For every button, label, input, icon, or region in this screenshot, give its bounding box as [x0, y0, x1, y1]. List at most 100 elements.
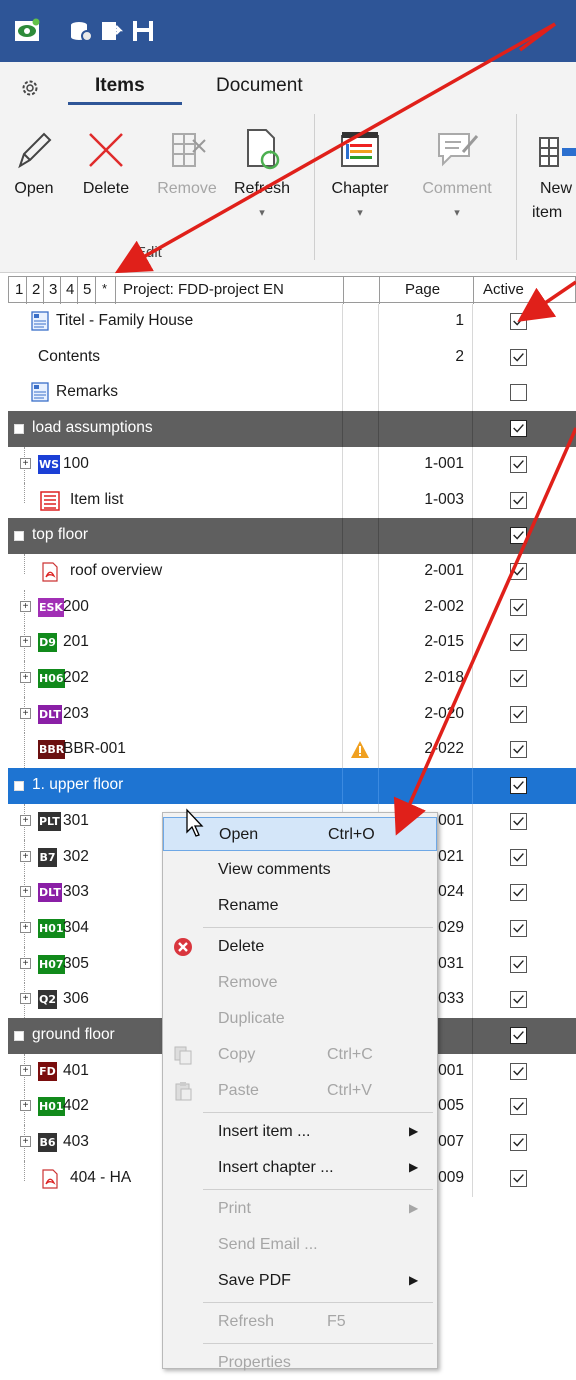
menu-item-shortcut: F5	[327, 1313, 346, 1330]
active-checkbox[interactable]	[510, 420, 527, 438]
paste-icon	[175, 1082, 192, 1101]
menu-item-insert-item[interactable]: Insert item ... ▶	[163, 1115, 437, 1149]
expand-icon[interactable]: +	[20, 1064, 31, 1076]
menu-item-send-email[interactable]: Send Email ...	[163, 1228, 437, 1262]
table-row[interactable]: roof overview 2-001	[8, 553, 576, 590]
table-row[interactable]: BBR BBR-001 2-022	[8, 732, 576, 769]
level-4-button[interactable]: 4	[66, 281, 74, 298]
gear-icon[interactable]	[20, 78, 40, 98]
settings-db-icon[interactable]	[68, 18, 94, 44]
table-row[interactable]: Remarks	[8, 375, 576, 412]
table-row[interactable]: + DLT 203 2-020	[8, 696, 576, 733]
expand-icon[interactable]: +	[20, 1136, 31, 1148]
tab-document[interactable]: Document	[216, 75, 303, 97]
remove-button[interactable]: Remove	[152, 106, 222, 246]
menu-item-print[interactable]: Print ▶	[163, 1192, 437, 1226]
active-column-header[interactable]: Active	[483, 281, 524, 298]
expand-icon[interactable]: +	[20, 886, 31, 898]
menu-item-delete[interactable]: Delete	[163, 930, 437, 964]
active-checkbox[interactable]	[510, 1169, 527, 1187]
menu-item-remove[interactable]: Remove	[163, 966, 437, 1000]
collapse-icon[interactable]	[14, 1031, 24, 1041]
active-checkbox[interactable]	[510, 741, 527, 759]
active-checkbox[interactable]	[510, 670, 527, 687]
table-row[interactable]: + H06 202 2-018	[8, 661, 576, 697]
table-row[interactable]: Contents 2	[8, 339, 576, 376]
collapse-icon[interactable]	[14, 424, 24, 435]
expand-icon[interactable]: +	[20, 814, 31, 826]
expand-icon[interactable]: +	[20, 600, 31, 612]
comment-dropdown-arrow[interactable]: ▾	[412, 206, 502, 219]
level-3-button[interactable]: 3	[49, 281, 57, 298]
expand-icon[interactable]: +	[20, 707, 31, 719]
expand-icon[interactable]: +	[20, 672, 31, 683]
expand-icon[interactable]: +	[20, 921, 31, 933]
chapter-button[interactable]: Chapter ▾	[322, 106, 398, 246]
expand-icon[interactable]: +	[20, 457, 31, 469]
menu-item-duplicate[interactable]: Duplicate	[163, 1002, 437, 1036]
chapter-row[interactable]: 1. upper floor	[8, 768, 576, 805]
expand-icon[interactable]: +	[20, 850, 31, 862]
menu-item-insert-chapter[interactable]: Insert chapter ... ▶	[163, 1151, 437, 1185]
active-checkbox[interactable]	[510, 884, 527, 902]
menu-item-rename[interactable]: Rename	[163, 889, 437, 923]
menu-item-copy[interactable]: Copy Ctrl+C	[163, 1038, 437, 1072]
active-checkbox[interactable]	[510, 705, 527, 723]
active-checkbox[interactable]	[510, 562, 527, 580]
expand-icon[interactable]: +	[20, 1100, 31, 1112]
active-checkbox[interactable]	[510, 1062, 527, 1080]
table-row[interactable]: + ESK 200 2-002	[8, 589, 576, 626]
level-2-button[interactable]: 2	[32, 281, 40, 298]
active-checkbox[interactable]	[510, 991, 527, 1009]
active-checkbox[interactable]	[510, 348, 527, 366]
table-row[interactable]: Titel - Family House 1	[8, 304, 576, 340]
active-checkbox[interactable]	[510, 812, 527, 830]
menu-item-refresh[interactable]: Refresh F5	[163, 1305, 437, 1339]
menu-item-save-pdf[interactable]: Save PDF ▶	[163, 1264, 437, 1298]
active-checkbox[interactable]	[510, 1098, 527, 1116]
level-5-button[interactable]: 5	[83, 281, 91, 298]
active-checkbox[interactable]	[510, 598, 527, 616]
open-button[interactable]: Open	[6, 106, 62, 246]
tab-items[interactable]: Items	[95, 75, 145, 97]
active-checkbox[interactable]	[510, 491, 527, 509]
chapter-row[interactable]: load assumptions	[8, 411, 576, 448]
refresh-dropdown-arrow[interactable]: ▾	[226, 206, 298, 219]
menu-item-view-comments[interactable]: View comments	[163, 853, 437, 887]
collapse-icon[interactable]	[14, 781, 24, 792]
active-checkbox[interactable]	[510, 527, 527, 545]
active-checkbox[interactable]	[510, 1134, 527, 1152]
new-item-button[interactable]: New item	[528, 106, 576, 246]
table-row[interactable]: + D9 201 2-015	[8, 625, 576, 662]
save-icon[interactable]	[130, 18, 156, 44]
expand-icon[interactable]: +	[20, 636, 31, 648]
menu-item-properties[interactable]: Properties	[163, 1346, 437, 1380]
table-row[interactable]: Item list 1-003	[8, 482, 576, 519]
chapter-dropdown-arrow[interactable]: ▾	[322, 206, 398, 219]
table-row[interactable]: + WS 100 1-001	[8, 446, 576, 483]
comment-button[interactable]: Comment ▾	[412, 106, 502, 246]
page-column-header[interactable]: Page	[405, 281, 440, 298]
refresh-button[interactable]: Refresh ▾	[226, 106, 298, 246]
collapse-icon[interactable]	[14, 531, 24, 542]
active-checkbox[interactable]	[510, 313, 527, 330]
menu-item-paste[interactable]: Paste Ctrl+V	[163, 1074, 437, 1108]
active-checkbox[interactable]	[510, 955, 527, 973]
active-checkbox[interactable]	[510, 1027, 527, 1044]
chapter-row[interactable]: top floor	[8, 518, 576, 555]
active-checkbox[interactable]	[510, 634, 527, 652]
level-all-button[interactable]: *	[102, 281, 107, 296]
active-checkbox[interactable]	[510, 384, 527, 402]
active-checkbox[interactable]	[510, 848, 527, 866]
expand-icon[interactable]: +	[20, 993, 31, 1005]
active-checkbox[interactable]	[510, 455, 527, 473]
export-icon[interactable]	[98, 18, 124, 44]
active-checkbox[interactable]	[510, 919, 527, 937]
expand-icon[interactable]: +	[20, 957, 31, 969]
delete-button[interactable]: Delete	[76, 106, 136, 246]
active-checkbox[interactable]	[510, 777, 527, 795]
ribbon: Open Delete Remove Refresh ▾ Chapter ▾ C…	[0, 106, 576, 273]
app-icon[interactable]	[14, 18, 40, 44]
project-column-header[interactable]: Project: FDD-project EN	[123, 281, 284, 298]
level-1-button[interactable]: 1	[15, 281, 23, 298]
